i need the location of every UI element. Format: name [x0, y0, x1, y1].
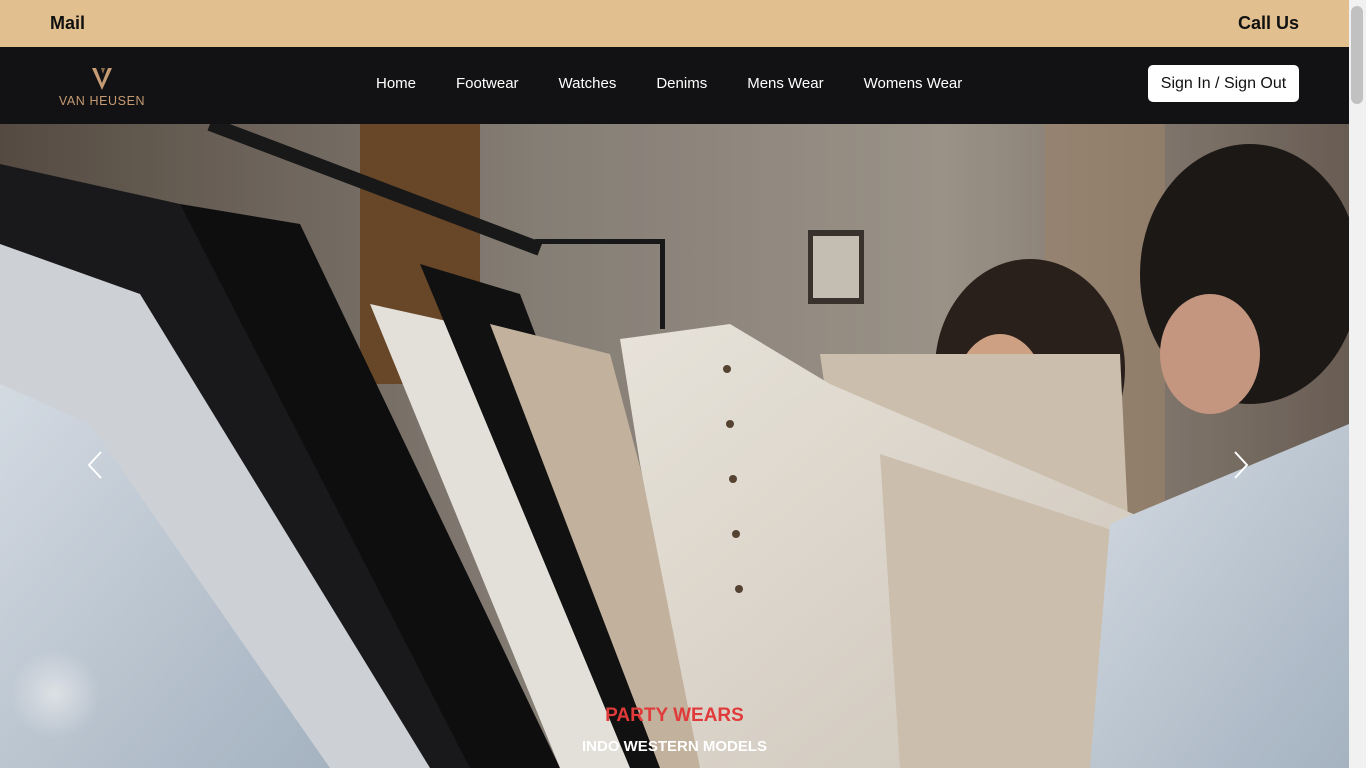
call-us-link[interactable]: Call Us	[1238, 13, 1299, 34]
nav-link-denims[interactable]: Denims	[656, 75, 707, 92]
nav-link-home[interactable]: Home	[376, 75, 416, 92]
top-contact-bar: Mail Call Us	[0, 0, 1349, 47]
chevron-left-icon	[87, 451, 102, 479]
nav-link-womens-wear[interactable]: Womens Wear	[864, 75, 963, 92]
scrollbar-thumb[interactable]	[1351, 6, 1363, 104]
nav-link-footwear[interactable]: Footwear	[456, 75, 519, 92]
slide-title: PARTY WEARS	[605, 705, 744, 726]
carousel-prev-button[interactable]	[86, 450, 116, 490]
carousel-next-button[interactable]	[1232, 450, 1262, 490]
chevron-right-icon	[1234, 451, 1249, 479]
sign-in-button[interactable]: Sign In / Sign Out	[1148, 65, 1299, 102]
mail-link[interactable]: Mail	[50, 13, 85, 34]
brand-logo[interactable]: VAN HEUSEN	[52, 66, 152, 110]
nav-links: Home Footwear Watches Denims Mens Wear W…	[376, 75, 1002, 92]
main-navbar: VAN HEUSEN Home Footwear Watches Denims …	[0, 47, 1349, 124]
hero-image	[0, 124, 1349, 768]
brand-name: VAN HEUSEN	[58, 94, 146, 108]
slide-subtitle: INDO WESTERN MODELS	[581, 738, 767, 755]
nav-link-mens-wear[interactable]: Mens Wear	[747, 75, 823, 92]
hero-carousel: PARTY WEARS INDO WESTERN MODELS	[0, 124, 1349, 768]
nav-link-watches[interactable]: Watches	[559, 75, 617, 92]
page-scrollbar[interactable]	[1349, 0, 1366, 768]
logo-mark-icon	[92, 68, 112, 90]
